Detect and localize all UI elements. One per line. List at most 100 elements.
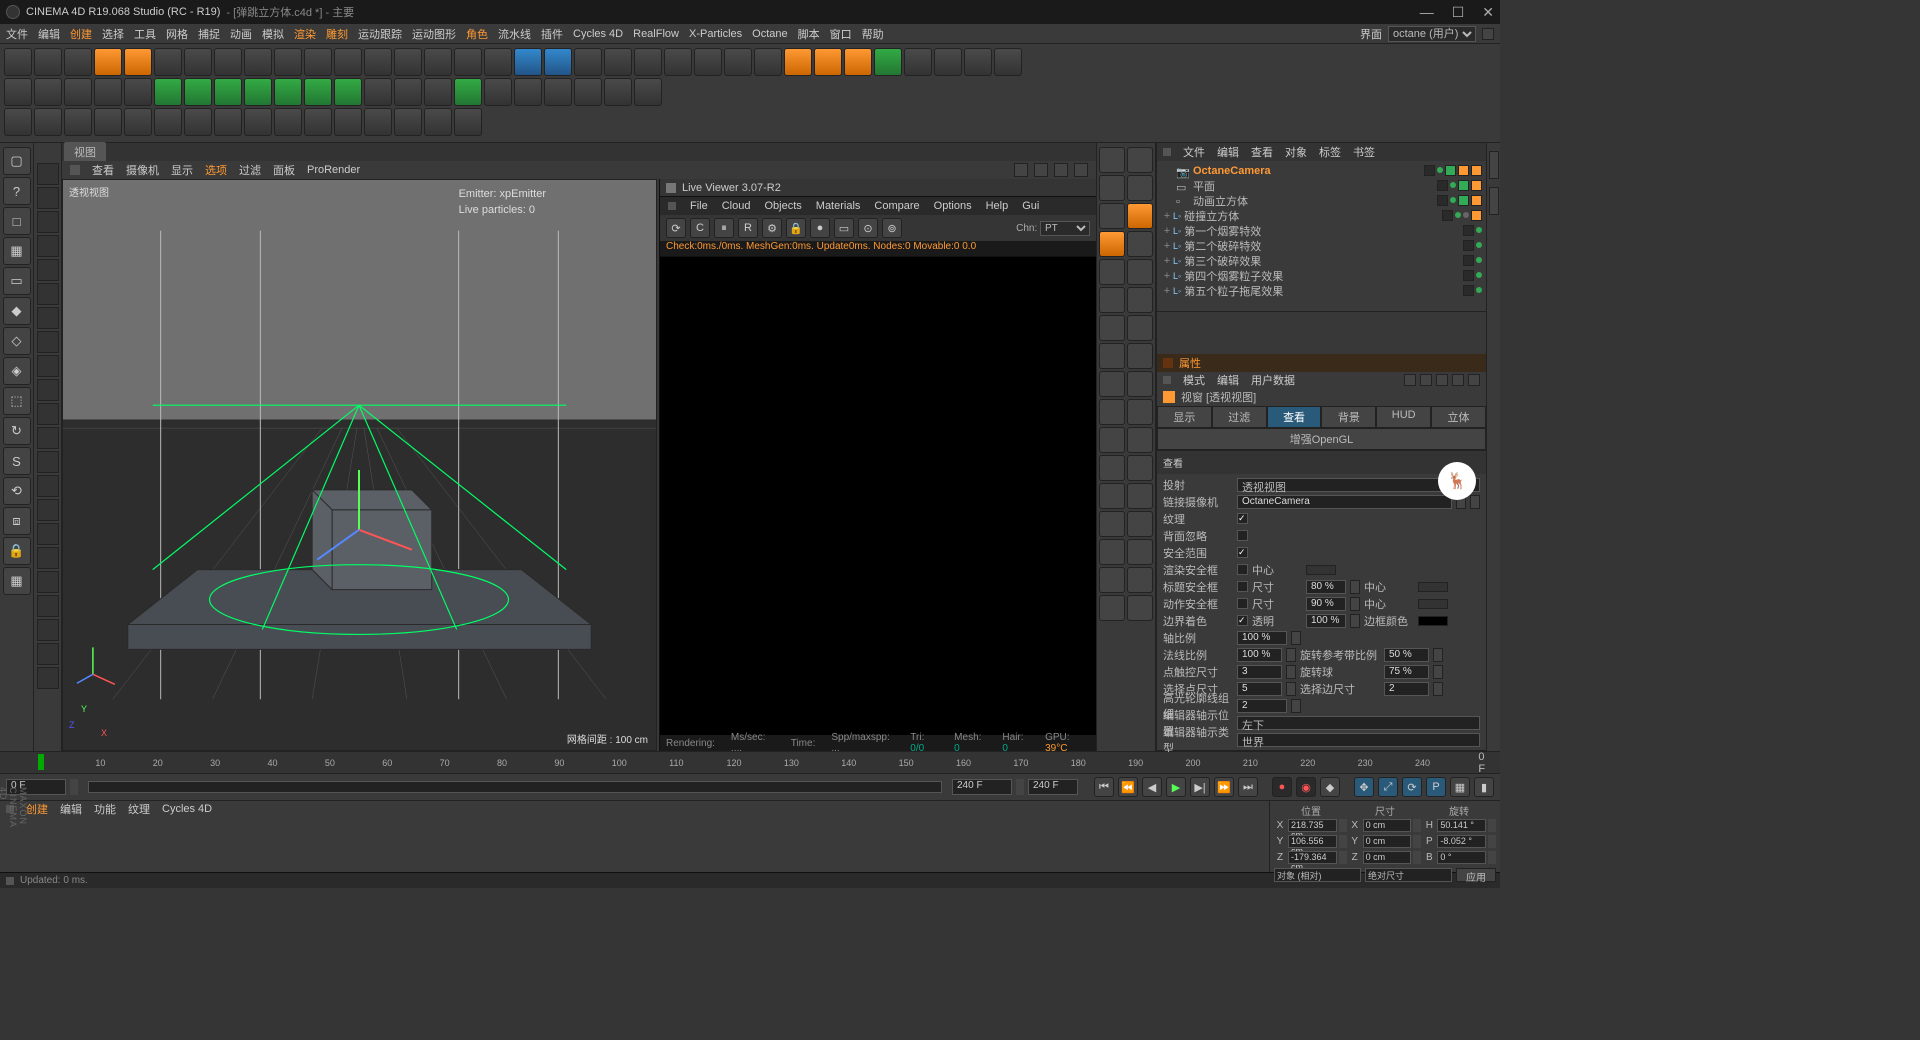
- subtool-button[interactable]: [37, 235, 59, 257]
- tag-icon[interactable]: [1458, 195, 1469, 206]
- palette-button[interactable]: [1127, 231, 1153, 257]
- dot-icon[interactable]: [1437, 167, 1443, 173]
- attr-nav-icon[interactable]: [1420, 374, 1432, 386]
- autokey-button[interactable]: ◉: [1296, 777, 1316, 797]
- lv-menu-File[interactable]: File: [690, 200, 708, 212]
- prop-checkbox[interactable]: [1237, 615, 1248, 626]
- toolbar-button[interactable]: [964, 48, 992, 76]
- prop-field[interactable]: 100 %: [1306, 614, 1346, 628]
- toolbar-button[interactable]: [184, 48, 212, 76]
- subtool-button[interactable]: [37, 163, 59, 185]
- subtool-button[interactable]: [37, 187, 59, 209]
- vp-nav-icon[interactable]: [1074, 163, 1088, 177]
- toolbar-button[interactable]: [514, 48, 542, 76]
- expand-icon[interactable]: +: [1161, 255, 1173, 267]
- subtool-button[interactable]: [37, 379, 59, 401]
- menu-工具[interactable]: 工具: [134, 26, 156, 42]
- toolbar-button[interactable]: [34, 78, 62, 106]
- toolbar-button[interactable]: [484, 78, 512, 106]
- palette-button[interactable]: [1127, 175, 1153, 201]
- subtool-button[interactable]: [37, 403, 59, 425]
- prop-dropdown[interactable]: 世界: [1237, 733, 1480, 747]
- tree-row[interactable]: 📷OctaneCamera: [1157, 163, 1486, 178]
- menu-网格[interactable]: 网格: [166, 26, 188, 42]
- mat-tab-编辑[interactable]: 编辑: [60, 801, 82, 817]
- dot-icon[interactable]: [1476, 272, 1482, 278]
- menu-X-Particles[interactable]: X-Particles: [689, 28, 742, 40]
- param-toggle[interactable]: P: [1426, 777, 1446, 797]
- attr-nav-icon[interactable]: [1404, 374, 1416, 386]
- toolbar-button[interactable]: [334, 78, 362, 106]
- subtool-button[interactable]: [37, 331, 59, 353]
- menu-雕刻[interactable]: 雕刻: [326, 26, 348, 42]
- toolbar-button[interactable]: [544, 48, 572, 76]
- mode-button[interactable]: 🔒: [3, 537, 31, 565]
- toolbar-button[interactable]: [64, 78, 92, 106]
- toolbar-button[interactable]: [214, 78, 242, 106]
- vp-menu-选项[interactable]: 选项: [205, 162, 227, 178]
- palette-button[interactable]: [1099, 567, 1125, 593]
- attr-nav-icon[interactable]: [1468, 374, 1480, 386]
- mode-button[interactable]: ◈: [3, 357, 31, 385]
- toolbar-button[interactable]: [994, 48, 1022, 76]
- toolbar-button[interactable]: [154, 48, 182, 76]
- toolbar-button[interactable]: [4, 108, 32, 136]
- vp-menu-面板[interactable]: 面板: [273, 162, 295, 178]
- pos-field[interactable]: -179.364 cm: [1288, 851, 1337, 864]
- toolbar-button[interactable]: [814, 48, 842, 76]
- palette-button[interactable]: [1127, 567, 1153, 593]
- toolbar-button[interactable]: [154, 78, 182, 106]
- toolbar-button[interactable]: [784, 48, 812, 76]
- prop-checkbox[interactable]: [1237, 530, 1248, 541]
- subtool-button[interactable]: [37, 283, 59, 305]
- vp-menu-摄像机[interactable]: 摄像机: [126, 162, 159, 178]
- toolbar-button[interactable]: [874, 48, 902, 76]
- menu-创建[interactable]: 创建: [70, 26, 92, 42]
- spinner-icon[interactable]: [1433, 648, 1443, 662]
- menu-运动图形[interactable]: 运动图形: [412, 26, 456, 42]
- subtool-button[interactable]: [37, 571, 59, 593]
- palette-button[interactable]: [1127, 371, 1153, 397]
- palette-button[interactable]: [1099, 511, 1125, 537]
- subtool-button[interactable]: [37, 475, 59, 497]
- menu-文件[interactable]: 文件: [6, 26, 28, 42]
- menu-运动跟踪[interactable]: 运动跟踪: [358, 26, 402, 42]
- toolbar-button[interactable]: [514, 78, 542, 106]
- menu-窗口[interactable]: 窗口: [830, 26, 852, 42]
- lv-tool-button[interactable]: C: [690, 218, 710, 238]
- prop-checkbox[interactable]: [1237, 564, 1248, 575]
- toolbar-button[interactable]: [484, 48, 512, 76]
- playhead-icon[interactable]: [38, 754, 44, 770]
- prop-checkbox[interactable]: [1237, 598, 1248, 609]
- toolbar-button[interactable]: [394, 108, 422, 136]
- mode-button[interactable]: ↻: [3, 417, 31, 445]
- subtool-button[interactable]: [37, 355, 59, 377]
- prop-field[interactable]: 90 %: [1306, 597, 1346, 611]
- dot-icon[interactable]: [1476, 287, 1482, 293]
- lv-tool-button[interactable]: R: [738, 218, 758, 238]
- mode-button[interactable]: S: [3, 447, 31, 475]
- attr-tab-立体[interactable]: 立体: [1431, 406, 1486, 428]
- toolbar-button[interactable]: [154, 108, 182, 136]
- apply-button[interactable]: 应用: [1456, 868, 1496, 882]
- tree-row[interactable]: +L◦第一个烟雾特效: [1157, 223, 1486, 238]
- mode-button[interactable]: ?: [3, 177, 31, 205]
- attr-tab-增强OpenGL[interactable]: 增强OpenGL: [1157, 428, 1486, 450]
- prop-field[interactable]: 3: [1237, 665, 1282, 679]
- prop-checkbox[interactable]: [1237, 581, 1248, 592]
- prev-key-button[interactable]: ⏪: [1118, 777, 1138, 797]
- mat-tab-纹理[interactable]: 纹理: [128, 801, 150, 817]
- palette-button[interactable]: [1127, 539, 1153, 565]
- tag-icon[interactable]: [1463, 212, 1469, 218]
- toolbar-button[interactable]: [634, 48, 662, 76]
- rot-field[interactable]: 0 °: [1437, 851, 1486, 864]
- lv-tool-button[interactable]: 🔒: [786, 218, 806, 238]
- dot-icon[interactable]: [1476, 227, 1482, 233]
- grip-icon[interactable]: [1489, 151, 1499, 179]
- spinner-icon[interactable]: [1350, 614, 1360, 628]
- attr-nav-icon[interactable]: [1452, 374, 1464, 386]
- attr-menu-用户数据[interactable]: 用户数据: [1251, 372, 1295, 388]
- toolbar-button[interactable]: [34, 108, 62, 136]
- toolbar-button[interactable]: [454, 108, 482, 136]
- tree-row[interactable]: ▭平面: [1157, 178, 1486, 193]
